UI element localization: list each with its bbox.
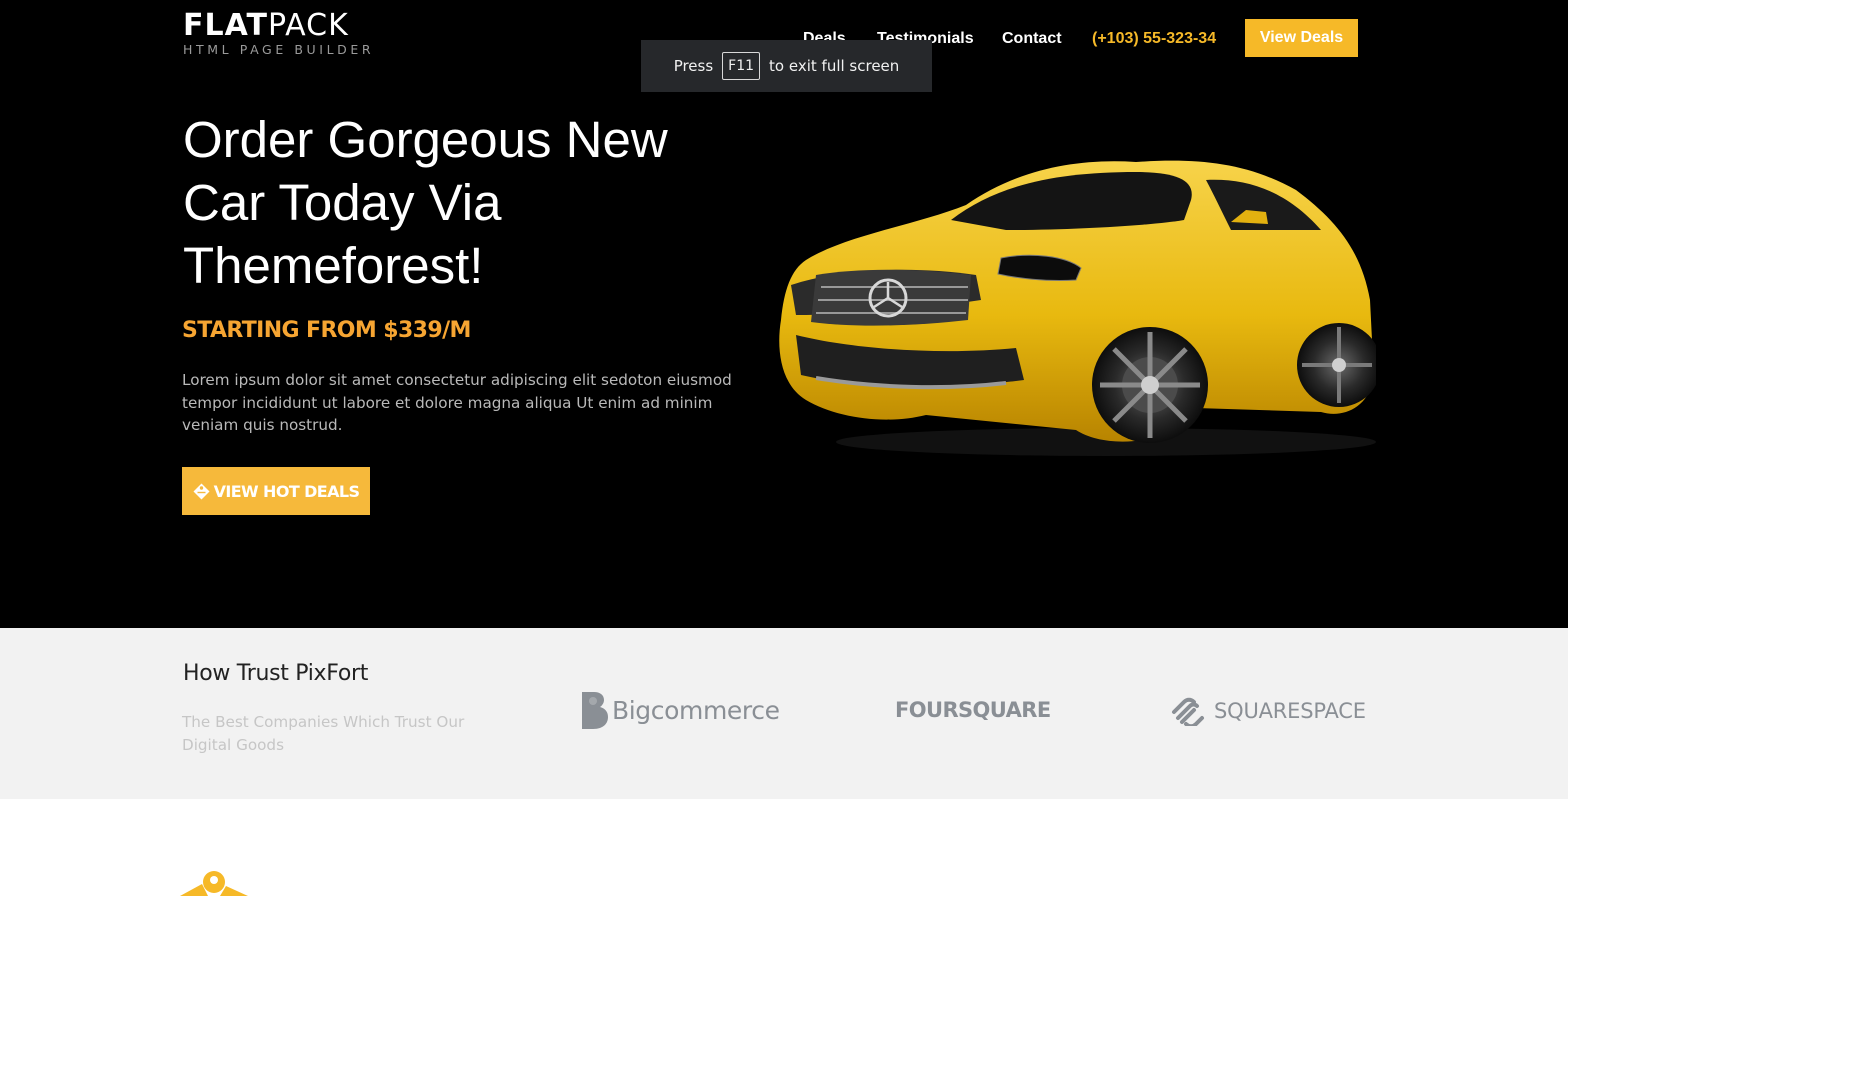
hero-headline: Order Gorgeous New Car Today Via Themefo… [183,111,668,294]
squarespace-mark-icon [1172,697,1204,726]
hero-description: Lorem ipsum dolor sit amet consectetur a… [182,371,732,435]
bigcommerce-mark-icon [582,692,608,729]
trust-subtitle: The Best Companies Which Trust Our Digit… [182,713,465,754]
trust-section: How Trust PixFort The Best Companies Whi… [0,628,1568,799]
fullscreen-notice-prefix: Press [673,57,714,75]
bigcommerce-wordmark: Bigcommerce [612,696,780,725]
car-image [779,160,1376,456]
foursquare-wordmark: FOURSQUARE [895,698,1051,722]
logo-title-light: PACK [267,8,349,43]
view-hot-deals-label: VIEW HOT DEALS [213,481,360,501]
squarespace-wordmark: SQUARESPACE [1214,699,1366,723]
logo-subtitle: HTML PAGE BUILDER [183,42,375,57]
nav-link-contact[interactable]: Contact [1002,30,1062,48]
logo-title: FLATPACK [183,10,374,42]
squarespace-logo: SQUARESPACE [1170,696,1366,726]
f11-key-badge: F11 [722,52,761,80]
foursquare-logo: FOURSQUARE [895,698,1051,722]
view-hot-deals-button[interactable]: VIEW HOT DEALS [182,467,370,515]
tag-icon [193,483,210,500]
fullscreen-notice-suffix: to exit full screen [769,57,900,75]
view-deals-button[interactable]: View Deals [1245,19,1358,57]
hero-section: FLATPACK HTML PAGE BUILDER Deals Testimo… [0,0,1568,628]
trust-title: How Trust PixFort [183,661,369,686]
site-logo[interactable]: FLATPACK HTML PAGE BUILDER [183,10,375,58]
phone-link[interactable]: (+103) 55-323-34 [1092,30,1216,48]
location-pin-icon [180,871,248,896]
fullscreen-notice: Press F11 to exit full screen [641,40,932,92]
logo-title-bold: FLAT [183,8,268,43]
starting-price: STARTING FROM $339/M [182,318,471,343]
bigcommerce-logo: Bigcommerce [578,692,780,729]
